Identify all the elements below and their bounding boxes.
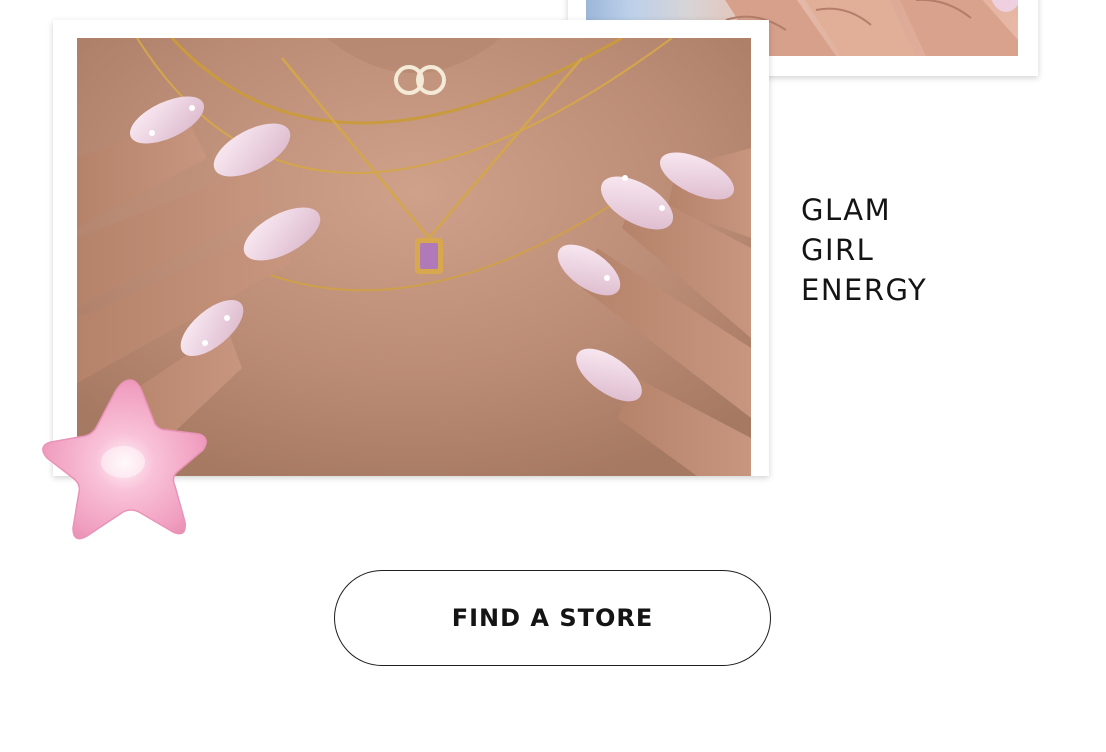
- heading-line-3: ENERGY: [801, 273, 928, 307]
- find-a-store-button[interactable]: FIND A STORE: [334, 570, 771, 666]
- find-a-store-label: FIND A STORE: [451, 604, 654, 632]
- promo-heading: GLAM GIRL ENERGY: [801, 190, 927, 310]
- pink-star-icon: [35, 372, 215, 552]
- promo-section: GLAM GIRL ENERGY FIND A STORE: [0, 0, 1106, 752]
- heading-line-1: GLAM: [801, 193, 892, 227]
- heading-line-2: GIRL: [801, 233, 875, 267]
